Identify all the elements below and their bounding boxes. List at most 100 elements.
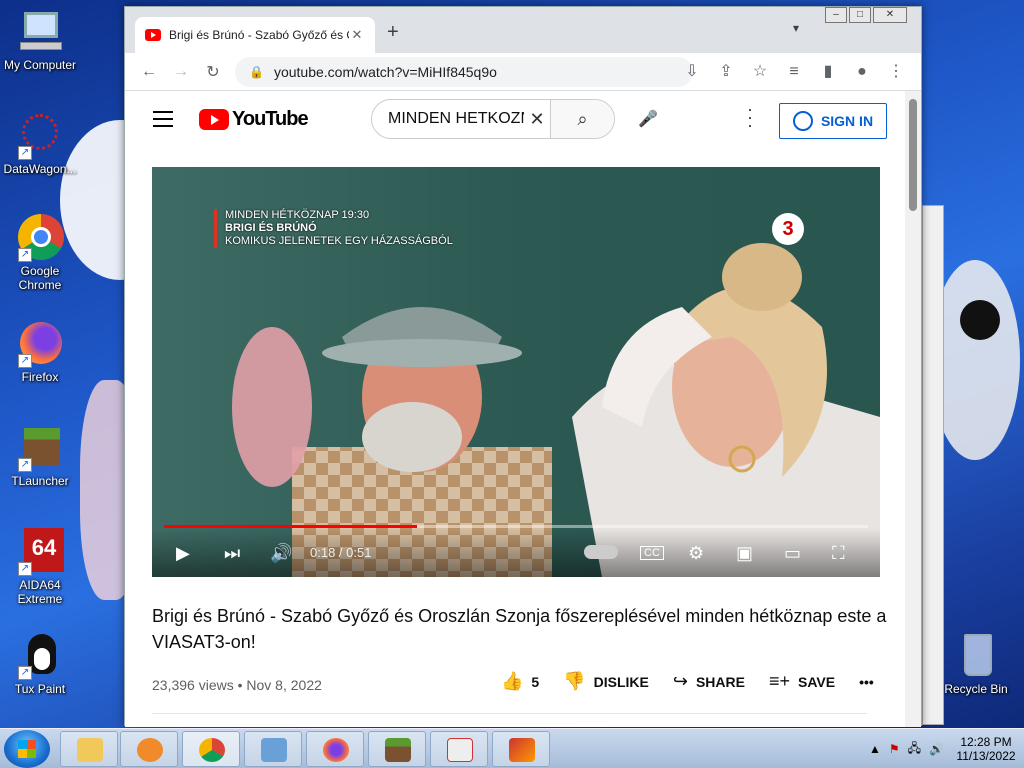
- share-button[interactable]: ↪ SHARE: [673, 671, 745, 692]
- voice-search-mic-icon[interactable]: 🎤: [631, 103, 665, 137]
- like-count: 5: [531, 673, 540, 690]
- side-panel-icon[interactable]: ▮: [811, 57, 845, 87]
- more-actions-icon[interactable]: •••: [859, 674, 874, 690]
- thumbs-down-icon: 👎: [563, 671, 586, 691]
- datawagon-icon: ↗: [16, 112, 64, 160]
- divider: [152, 713, 867, 714]
- video-progress-bar[interactable]: [164, 525, 868, 528]
- forward-arrow-icon[interactable]: →: [165, 63, 197, 81]
- youtube-play-logo-icon: [199, 109, 229, 130]
- clear-search-icon[interactable]: ✕: [524, 109, 550, 130]
- youtube-page: YouTube MINDEN HETKOZNAP ✕ ⌕ 🎤 ··· SIGN …: [125, 91, 907, 727]
- start-button[interactable]: [4, 730, 50, 768]
- sign-in-label: SIGN IN: [820, 113, 874, 129]
- browser-tab[interactable]: Brigi és Brúnó - Szabó Győző és Oroszlán…: [135, 17, 375, 53]
- action-center-flag-icon[interactable]: ⚑: [889, 742, 900, 756]
- miniplayer-icon[interactable]: ▣: [736, 543, 753, 564]
- hamburger-menu-icon[interactable]: [153, 111, 173, 132]
- overlay-line: BRIGI ÉS BRÚNÓ: [225, 222, 317, 234]
- address-bar[interactable]: 🔒 youtube.com/watch?v=MiHIf845q9o: [235, 57, 693, 87]
- desktop-icon-label: Tux Paint: [14, 682, 66, 696]
- install-icon[interactable]: ⇩: [675, 57, 709, 87]
- page-scrollbar[interactable]: [905, 91, 921, 727]
- save-button[interactable]: ≡+ SAVE: [769, 671, 835, 692]
- desktop-icon-label: Firefox: [21, 370, 59, 384]
- url-text: youtube.com/watch?v=MiHIf845q9o: [273, 64, 497, 80]
- background-window[interactable]: [922, 205, 944, 725]
- like-button[interactable]: 👍 5: [501, 671, 539, 692]
- media-player-icon: [137, 738, 163, 762]
- autoplay-toggle[interactable]: [584, 545, 618, 559]
- volume-icon[interactable]: 🔊: [270, 543, 292, 564]
- network-icon[interactable]: 🖧: [908, 739, 921, 760]
- video-player[interactable]: MINDEN HÉTKÖZNAP 19:30 BRIGI ÉS BRÚNÓ KO…: [152, 167, 880, 577]
- settings-kebab-icon[interactable]: · · ·: [741, 100, 759, 134]
- taskbar-firefox[interactable]: [306, 731, 364, 767]
- aida64-icon: 64 ↗: [16, 528, 64, 576]
- lock-icon: 🔒: [249, 65, 264, 79]
- bookmark-star-icon[interactable]: ☆: [743, 57, 777, 87]
- desktop-icon-my-computer[interactable]: My Computer: [0, 8, 80, 72]
- search-input[interactable]: MINDEN HETKOZNAP: [372, 110, 524, 128]
- fullscreen-icon[interactable]: ⛶: [832, 543, 845, 564]
- maximize-button[interactable]: □: [849, 7, 871, 23]
- folder-icon: [77, 738, 103, 762]
- desktop-icon-aida64[interactable]: 64 ↗ AIDA64 Extreme: [0, 528, 80, 606]
- youtube-logo[interactable]: YouTube: [199, 108, 309, 131]
- show-hidden-icons-chevron-icon[interactable]: ▲: [869, 742, 881, 756]
- playlist-add-icon: ≡+: [768, 671, 790, 691]
- dislike-button[interactable]: 👎 DISLIKE: [563, 671, 649, 692]
- taskbar-app[interactable]: [492, 731, 550, 767]
- sign-in-button[interactable]: SIGN IN: [779, 103, 887, 139]
- overlay-line: MINDEN HÉTKÖZNAP 19:30: [225, 209, 370, 221]
- taskbar-media-player[interactable]: [120, 731, 178, 767]
- desktop-icon-label: AIDA64 Extreme: [17, 578, 63, 606]
- video-title: Brigi és Brúnó - Szabó Győző és Oroszlán…: [152, 606, 887, 652]
- volume-tray-icon[interactable]: 🔊: [929, 742, 944, 756]
- java-cup-icon: [447, 738, 473, 762]
- taskbar-java[interactable]: [430, 731, 488, 767]
- toolbar-actions: ⇩ ⇪ ☆ ≡ ▮ ● ⋮: [675, 57, 913, 87]
- overlay-line: KOMIKUS JELENETEK EGY HÁZASSÁGBÓL: [225, 235, 453, 247]
- clock[interactable]: 12:28 PM 11/13/2022: [954, 735, 1018, 763]
- desktop-icon-firefox[interactable]: ↗ Firefox: [0, 320, 80, 384]
- minimize-button[interactable]: –: [825, 7, 847, 23]
- close-window-button[interactable]: ✕: [873, 7, 907, 23]
- browser-menu-icon[interactable]: ⋮: [879, 57, 913, 87]
- settings-gear-icon[interactable]: ⚙: [688, 543, 704, 564]
- reload-icon[interactable]: ↻: [197, 62, 229, 82]
- tab-search-chevron-icon[interactable]: ▾: [793, 21, 799, 35]
- taskbar-chrome[interactable]: [182, 731, 240, 767]
- desktop-icon-tlauncher[interactable]: ↗ TLauncher: [0, 424, 80, 488]
- next-icon[interactable]: ⏭: [224, 543, 240, 564]
- theater-mode-icon[interactable]: ▭: [784, 543, 801, 564]
- back-arrow-icon[interactable]: ←: [133, 63, 165, 81]
- profile-avatar-icon[interactable]: ●: [845, 57, 879, 87]
- scrollbar-thumb[interactable]: [909, 99, 917, 211]
- desktop-icon-recycle-bin[interactable]: Recycle Bin: [936, 632, 1016, 696]
- play-icon[interactable]: ▶: [176, 543, 190, 564]
- captions-cc-icon[interactable]: CC: [640, 546, 664, 560]
- desktop-icon-tux-paint[interactable]: ↗ Tux Paint: [0, 632, 80, 696]
- youtube-header: YouTube MINDEN HETKOZNAP ✕ ⌕ 🎤 ··· SIGN …: [125, 91, 907, 149]
- desktop-icon-google-chrome[interactable]: ↗ Google Chrome: [0, 214, 80, 292]
- rocket-app-icon: [509, 738, 535, 762]
- media-control-icon[interactable]: ≡: [777, 57, 811, 87]
- taskbar-tlauncher[interactable]: [368, 731, 426, 767]
- new-tab-button[interactable]: +: [387, 21, 399, 44]
- taskbar-explorer[interactable]: [60, 731, 118, 767]
- taskbar-control-panel[interactable]: [244, 731, 302, 767]
- share-label: SHARE: [695, 673, 745, 690]
- tab-close-icon[interactable]: ✕: [349, 27, 365, 43]
- save-label: SAVE: [798, 673, 836, 690]
- search-button[interactable]: ⌕: [550, 100, 614, 138]
- minecraft-block-icon: ↗: [16, 424, 64, 472]
- youtube-favicon-icon: [145, 29, 161, 41]
- desktop-icon-datawagon[interactable]: ↗ DataWagon...: [0, 112, 80, 176]
- video-overlay-caption: MINDEN HÉTKÖZNAP 19:30 BRIGI ÉS BRÚNÓ KO…: [214, 209, 453, 248]
- browser-window: Brigi és Brúnó - Szabó Győző és Oroszlán…: [124, 6, 922, 727]
- share-arrow-icon: ↪: [672, 671, 688, 691]
- share-icon[interactable]: ⇪: [709, 57, 743, 87]
- video-actions: 👍 5 👎 DISLIKE ↪ SHARE ≡+ SAVE •••: [501, 671, 898, 692]
- channel-logo: 3: [772, 213, 804, 245]
